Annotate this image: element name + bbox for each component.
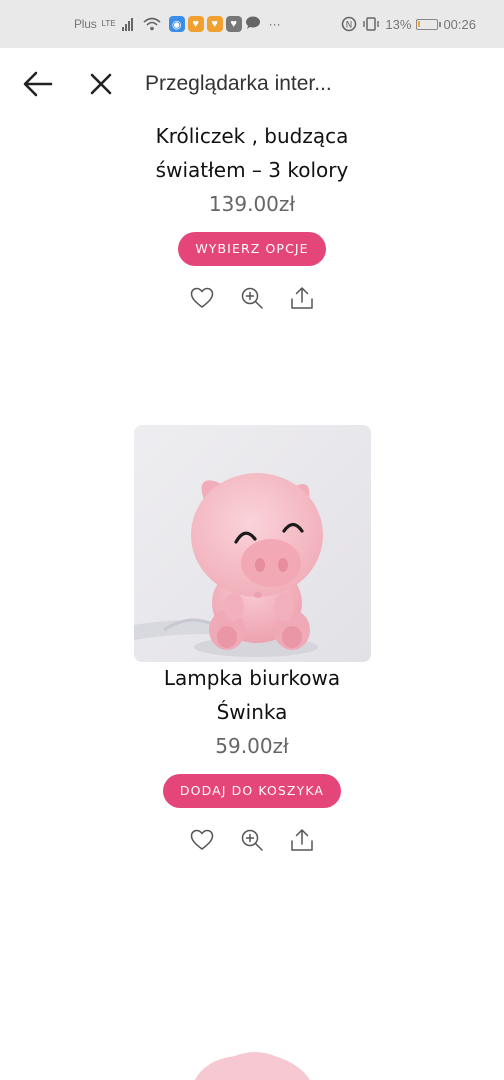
nfc-icon: N [341,16,357,32]
pig-lamp-illustration [134,425,371,662]
heart-app-icon: ♥ [187,16,204,32]
status-right: N 13% 00:26 [341,0,476,48]
message-icon [245,16,261,32]
zoom-icon[interactable] [240,286,264,310]
product-name[interactable]: Lampka biurkowa Świnka [0,661,504,729]
clock: 00:26 [443,16,476,32]
network-type-label: LTE [101,19,116,28]
share-icon[interactable] [290,286,314,310]
pink-shape-illustration [195,1052,310,1080]
product-price: 59.00zł [215,734,289,758]
back-button[interactable] [22,70,54,98]
next-product-image[interactable] [0,1040,504,1080]
battery-fill [418,20,421,27]
heart-icon[interactable] [190,286,214,310]
product-name[interactable]: Króliczek , budząca światłem – 3 kolory [0,119,504,187]
notification-icons: ◉ ♥ ♥ ♥ [168,16,261,32]
share-icon[interactable] [290,828,314,852]
browser-header: Przeglądarka inter... [0,48,504,120]
browser-title: Przeglądarka inter... [145,72,332,95]
close-button[interactable] [86,70,116,98]
carrier-label: Plus [74,17,97,31]
vibrate-icon [362,17,380,31]
product-actions [0,286,504,310]
zoom-icon[interactable] [240,828,264,852]
product-card-1: Króliczek , budząca światłem – 3 kolory … [0,119,504,310]
product-card-2: Lampka biurkowa Świnka 59.00zł DODAJ DO … [0,661,504,852]
heart-app-icon: ♥ [206,16,223,32]
add-to-cart-button[interactable]: DODAJ DO KOSZYKA [162,774,342,808]
heart-app-icon: ♥ [225,16,242,32]
app-notification-icon: ◉ [168,16,185,32]
wifi-icon [143,17,161,31]
more-notifications-icon: ··· [268,17,281,31]
product-image[interactable] [134,425,371,662]
product-actions [0,828,504,852]
close-icon [90,73,112,95]
signal-icon [121,17,133,31]
arrow-left-icon [23,71,53,97]
select-options-button[interactable]: WYBIERZ OPCJE [178,232,326,266]
status-bar: Plus LTE ◉ ♥ ♥ ♥ ··· N 13% 00:26 [0,0,504,48]
product-name-line: światłem – 3 kolory [155,158,349,182]
svg-text:N: N [346,21,353,31]
status-left: Plus LTE ◉ ♥ ♥ ♥ ··· [74,16,281,32]
battery-percent: 13% [385,16,412,32]
product-price: 139.00zł [208,192,296,216]
heart-icon[interactable] [190,828,214,852]
product-name-line: Króliczek , budząca [155,124,349,148]
battery-icon [416,18,442,30]
product-name-line: Świnka [216,700,288,724]
product-name-line: Lampka biurkowa [163,666,341,690]
